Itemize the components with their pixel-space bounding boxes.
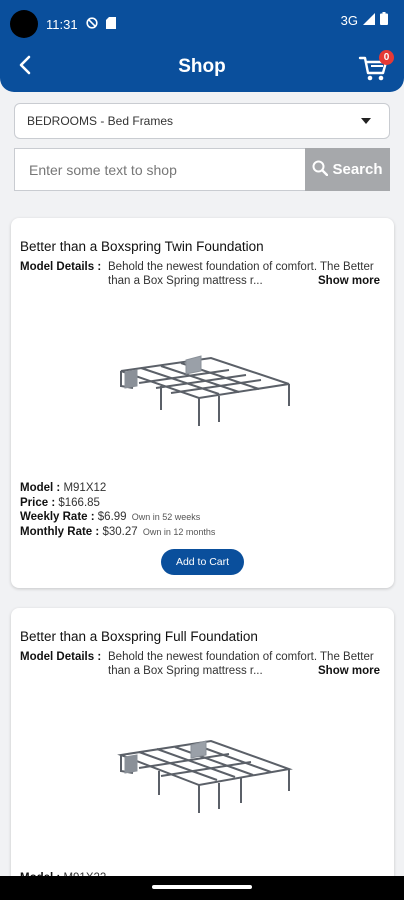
sim-card-icon bbox=[105, 16, 116, 32]
weekly-rate-value: $6.99 bbox=[97, 511, 127, 524]
search-button[interactable]: Search bbox=[305, 148, 390, 191]
status-bar: 11:31 3G bbox=[0, 0, 404, 42]
monthly-rate-line: Monthly Rate : $30.27 Own in 12 months bbox=[20, 525, 215, 540]
model-line: Model : M91X12 bbox=[20, 481, 215, 496]
model-details-label: Model Details : bbox=[20, 651, 102, 663]
search-icon bbox=[312, 160, 329, 180]
signal-icon bbox=[363, 12, 375, 28]
camera-cutout bbox=[10, 10, 38, 38]
model-value: M91X12 bbox=[63, 482, 107, 494]
dropdown-arrow-icon bbox=[361, 118, 371, 124]
weekly-rate-label: Weekly Rate : bbox=[20, 511, 95, 524]
search-button-label: Search bbox=[332, 161, 383, 178]
model-label: Model : bbox=[20, 482, 61, 494]
cart-count-badge: 0 bbox=[379, 50, 394, 65]
price-value: $166.85 bbox=[58, 496, 100, 509]
cart-button[interactable]: 0 bbox=[358, 50, 394, 84]
product-image[interactable] bbox=[111, 336, 297, 426]
show-more-link[interactable]: Show more bbox=[315, 274, 380, 288]
battery-icon bbox=[380, 12, 388, 28]
price-label: Price : bbox=[20, 496, 56, 509]
price-line: Price : $166.85 bbox=[20, 496, 215, 511]
app-bar: Shop 0 bbox=[0, 42, 404, 92]
product-card: Better than a Boxspring Twin Foundation … bbox=[11, 218, 394, 588]
status-time: 11:31 bbox=[46, 16, 78, 32]
category-value: BEDROOMS - Bed Frames bbox=[27, 114, 174, 128]
product-image[interactable] bbox=[111, 723, 297, 813]
monthly-rate-value: $30.27 bbox=[102, 525, 138, 538]
search-bar: Search bbox=[14, 148, 390, 191]
search-input[interactable] bbox=[14, 148, 305, 191]
network-type: 3G bbox=[340, 12, 358, 28]
monthly-rate-label: Monthly Rate : bbox=[20, 525, 100, 538]
model-details-label: Model Details : bbox=[20, 261, 102, 273]
category-dropdown[interactable]: BEDROOMS - Bed Frames bbox=[14, 103, 390, 139]
product-title: Better than a Boxspring Full Foundation bbox=[20, 629, 258, 644]
weekly-rate-note: Own in 52 weeks bbox=[131, 512, 201, 523]
add-to-cart-button[interactable]: Add to Cart bbox=[161, 549, 244, 575]
show-more-link[interactable]: Show more bbox=[315, 664, 380, 678]
home-indicator[interactable] bbox=[152, 885, 252, 889]
product-title: Better than a Boxspring Twin Foundation bbox=[20, 239, 264, 254]
monthly-rate-note: Own in 12 months bbox=[142, 526, 216, 537]
page-title: Shop bbox=[178, 56, 226, 77]
product-card: Better than a Boxspring Full Foundation … bbox=[11, 608, 394, 900]
system-navigation-bar bbox=[0, 876, 404, 900]
weekly-rate-line: Weekly Rate : $6.99 Own in 52 weeks bbox=[20, 510, 215, 525]
product-specs: Model : M91X12 Price : $166.85 Weekly Ra… bbox=[20, 481, 215, 539]
do-not-disturb-icon bbox=[85, 16, 98, 32]
